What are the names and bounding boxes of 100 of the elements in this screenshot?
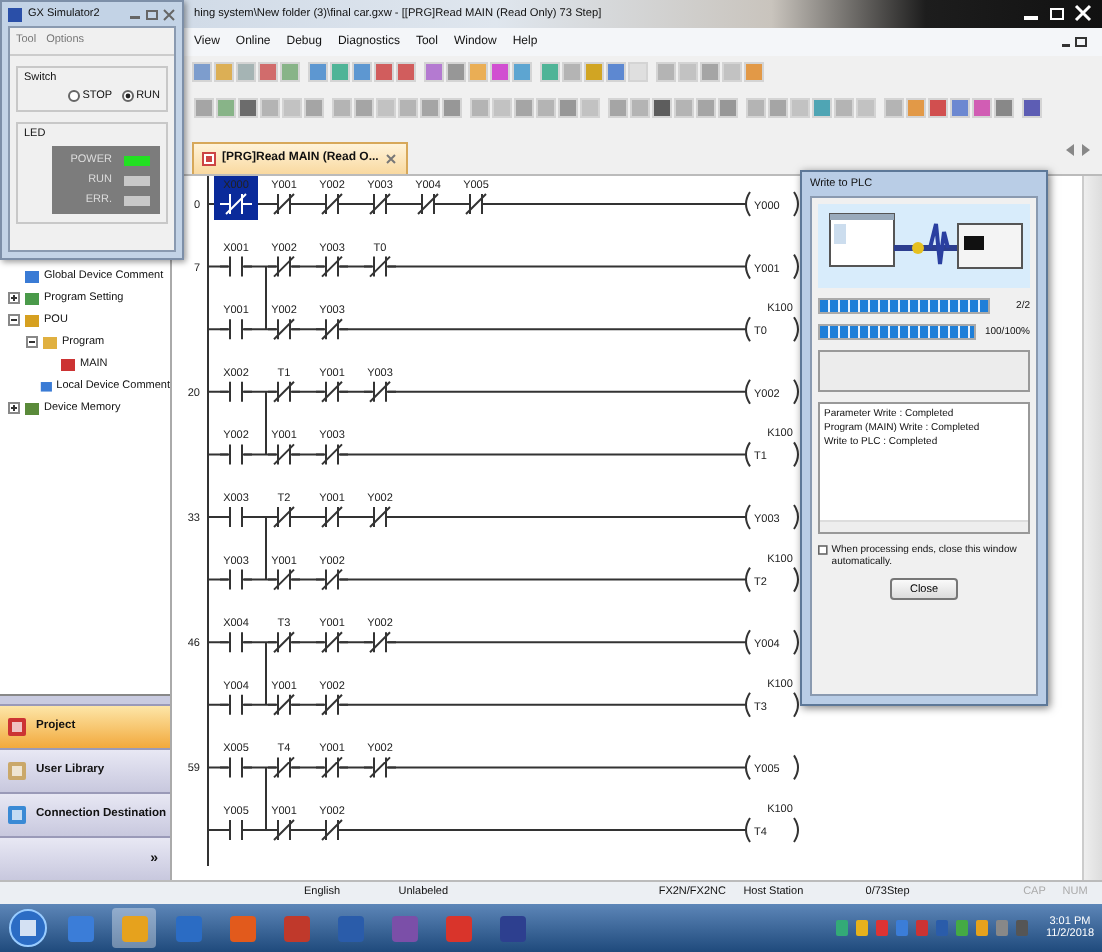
- restore-icon[interactable]: [1048, 4, 1066, 23]
- toolbar-icon[interactable]: [374, 62, 394, 83]
- toolbar-icon[interactable]: [352, 62, 372, 83]
- nc-contact[interactable]: [459, 192, 493, 215]
- taskbar-icon[interactable]: [112, 908, 156, 949]
- nc-contact[interactable]: [363, 755, 397, 778]
- toolbar-icon[interactable]: [972, 98, 992, 119]
- no-contact[interactable]: [219, 505, 253, 528]
- nc-contact[interactable]: [363, 254, 397, 277]
- nc-contact[interactable]: [267, 254, 301, 277]
- nc-contact[interactable]: [315, 818, 349, 841]
- coil-symbol: [745, 440, 799, 467]
- expand-icon[interactable]: [8, 291, 20, 304]
- nc-contact[interactable]: [315, 254, 349, 277]
- toolbar-icon[interactable]: [192, 62, 212, 83]
- nc-contact[interactable]: [315, 755, 349, 778]
- coil-symbol: [745, 565, 799, 592]
- nc-contact[interactable]: [267, 379, 301, 402]
- coil-symbol: [745, 690, 799, 717]
- nc-contact[interactable]: [267, 442, 301, 465]
- no-contact[interactable]: [219, 630, 253, 653]
- toolbar-icon[interactable]: [442, 98, 462, 119]
- nc-contact[interactable]: [315, 317, 349, 340]
- start-icon[interactable]: [8, 908, 48, 949]
- toolbar-icon[interactable]: [928, 98, 948, 119]
- toolbar-icon[interactable]: [994, 98, 1014, 119]
- nc-contact[interactable]: [363, 630, 397, 653]
- toolbar-icon[interactable]: [446, 62, 466, 83]
- nc-contact[interactable]: [315, 379, 349, 402]
- collapse-icon[interactable]: [26, 335, 38, 348]
- nc-contact[interactable]: [214, 175, 258, 220]
- nc-contact[interactable]: [315, 567, 349, 590]
- toolbar-icon[interactable]: [258, 62, 278, 83]
- branch-wire: [265, 515, 267, 580]
- nc-contact[interactable]: [267, 818, 301, 841]
- nc-contact[interactable]: [315, 630, 349, 653]
- nav-icon: [6, 759, 28, 782]
- nc-contact[interactable]: [267, 192, 301, 215]
- radio-icon[interactable]: [68, 90, 81, 102]
- toolbar-icon[interactable]: [718, 98, 738, 119]
- coil-symbol: [745, 252, 799, 279]
- no-contact[interactable]: [219, 254, 253, 277]
- horizontal-scrollbar[interactable]: [820, 520, 1028, 532]
- tree-node-icon: [39, 377, 53, 394]
- toolbar-icon[interactable]: [606, 62, 626, 83]
- coil-symbol: [745, 377, 799, 404]
- collapse-icon[interactable]: [8, 313, 20, 326]
- coil-symbol: [745, 628, 799, 655]
- tree-node-icon: [60, 355, 76, 372]
- nc-contact[interactable]: [267, 630, 301, 653]
- toolbar-icon[interactable]: [396, 62, 416, 83]
- nc-contact[interactable]: [315, 692, 349, 715]
- no-contact[interactable]: [219, 692, 253, 715]
- window-controls-icon[interactable]: [1062, 35, 1090, 48]
- no-contact[interactable]: [219, 567, 253, 590]
- ladder-file-icon: [202, 151, 216, 166]
- checkbox[interactable]: [818, 544, 828, 556]
- app-icon: [8, 7, 22, 21]
- toolbar-icon[interactable]: [424, 62, 444, 83]
- tab-scroll-icon[interactable]: [1066, 143, 1094, 156]
- toolbar-icon[interactable]: [950, 98, 970, 119]
- vertical-scrollbar[interactable]: [1082, 175, 1102, 880]
- no-contact[interactable]: [219, 379, 253, 402]
- nc-contact[interactable]: [267, 755, 301, 778]
- coil-symbol: [745, 753, 799, 780]
- toolbar-icon[interactable]: [308, 62, 328, 83]
- toolbar-icon[interactable]: [558, 98, 578, 119]
- toolbar-icon[interactable]: [812, 98, 832, 119]
- splitter-handle[interactable]: [0, 693, 170, 704]
- nc-contact[interactable]: [363, 192, 397, 215]
- no-contact[interactable]: [219, 317, 253, 340]
- nc-contact[interactable]: [315, 442, 349, 465]
- tree-node-icon: [24, 311, 40, 328]
- nc-contact[interactable]: [411, 192, 445, 215]
- expand-icon[interactable]: [8, 401, 20, 414]
- tree-node-icon: [24, 267, 40, 284]
- nc-contact[interactable]: [267, 692, 301, 715]
- nc-contact[interactable]: [267, 567, 301, 590]
- nav-icon: [6, 803, 28, 826]
- nc-contact[interactable]: [267, 505, 301, 528]
- toolbar-icon[interactable]: [490, 62, 510, 83]
- nc-contact[interactable]: [363, 505, 397, 528]
- toolbar-icon[interactable]: [652, 98, 672, 119]
- folder-icon: [42, 333, 58, 350]
- no-contact[interactable]: [219, 442, 253, 465]
- nc-contact[interactable]: [363, 379, 397, 402]
- no-contact[interactable]: [219, 818, 253, 841]
- tree-node-icon: [24, 399, 40, 416]
- branch-wire: [265, 765, 267, 831]
- branch-wire: [265, 389, 267, 455]
- toolbar-icon[interactable]: [512, 62, 532, 83]
- toolbar-icon[interactable]: [1022, 98, 1042, 119]
- coil-symbol: [745, 503, 799, 530]
- radio-icon[interactable]: [122, 90, 135, 102]
- branch-wire: [265, 640, 267, 705]
- no-contact[interactable]: [219, 755, 253, 778]
- nc-contact[interactable]: [315, 192, 349, 215]
- toolbar-icon[interactable]: [238, 98, 258, 119]
- nc-contact[interactable]: [315, 505, 349, 528]
- nc-contact[interactable]: [267, 317, 301, 340]
